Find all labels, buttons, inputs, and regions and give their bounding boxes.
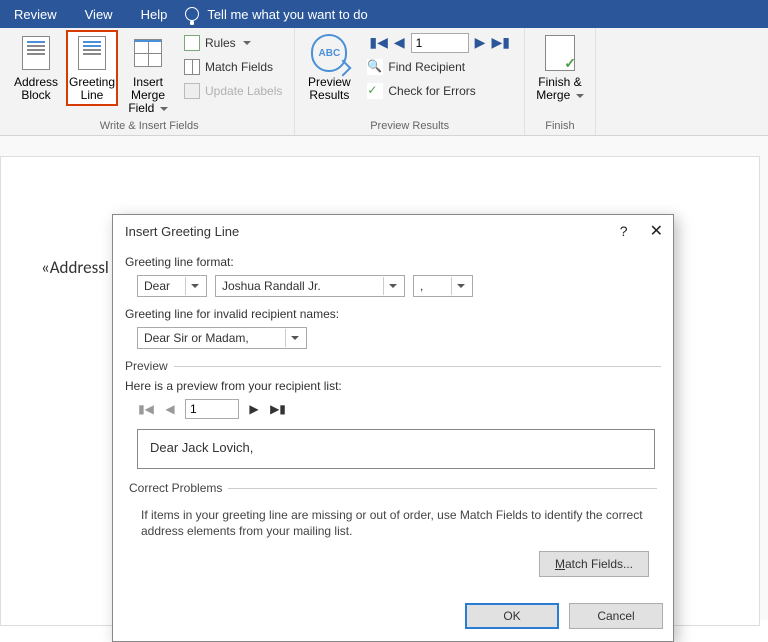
find-recipient-icon: 🔍: [367, 59, 383, 75]
preview-results-label: Preview Results: [303, 76, 355, 102]
correct-section-header: Correct Problems: [129, 481, 657, 495]
match-fields-button[interactable]: Match Fields: [182, 56, 284, 78]
insert-merge-field-button[interactable]: Insert Merge Field: [122, 30, 174, 120]
group-label-finish: Finish: [545, 120, 574, 135]
dialog-close-button[interactable]: ✕: [650, 221, 663, 241]
group-label-preview: Preview Results: [370, 120, 449, 135]
ribbon: Address Block Greeting Line Insert Merge…: [0, 28, 768, 136]
merge-field-icon: [134, 39, 162, 67]
chevron-down-icon: [576, 94, 584, 98]
chevron-down-icon: [191, 284, 199, 288]
check-errors-button[interactable]: ✓ Check for Errors: [365, 80, 514, 102]
salutation-value: Dear: [144, 279, 170, 293]
dialog-titlebar: Insert Greeting Line ? ✕: [113, 215, 673, 249]
find-recipient-label: Find Recipient: [388, 60, 465, 74]
invalid-greeting-combo[interactable]: Dear Sir or Madam,: [137, 327, 307, 349]
group-label-write: Write & Insert Fields: [100, 120, 199, 135]
chevron-down-icon: [160, 107, 168, 111]
invalid-label: Greeting line for invalid recipient name…: [125, 307, 661, 321]
dialog-help-button[interactable]: ?: [620, 223, 628, 239]
preview-last-button[interactable]: ▶▮: [269, 399, 287, 419]
preview-desc: Here is a preview from your recipient li…: [125, 379, 661, 393]
record-nav: ▮◀ ◀ ▶ ▶▮: [365, 32, 514, 54]
preview-results-icon: ABC: [311, 34, 347, 72]
correct-label: Correct Problems: [129, 481, 222, 495]
ok-button[interactable]: OK: [465, 603, 559, 629]
correct-desc: If items in your greeting line are missi…: [129, 501, 657, 545]
finish-merge-label: Finish & Merge: [533, 76, 587, 102]
preview-text: Dear Jack Lovich,: [150, 440, 253, 455]
record-number-input[interactable]: [411, 33, 469, 53]
last-record-button[interactable]: ▶▮: [491, 35, 509, 52]
name-format-value: Joshua Randall Jr.: [222, 279, 321, 293]
tell-me-search[interactable]: Tell me what you want to do: [185, 7, 367, 22]
preview-nav: ▮◀ ◀ ▶ ▶▮: [137, 399, 661, 419]
greeting-line-icon: [78, 36, 106, 70]
rules-button[interactable]: Rules: [182, 32, 284, 54]
finish-merge-button[interactable]: Finish & Merge: [531, 30, 589, 106]
menu-review[interactable]: Review: [0, 7, 71, 22]
check-errors-label: Check for Errors: [388, 84, 475, 98]
prev-record-button[interactable]: ◀: [394, 35, 405, 52]
insert-greeting-line-dialog: Insert Greeting Line ? ✕ Greeting line f…: [112, 214, 674, 642]
chevron-down-icon: [389, 284, 397, 288]
chevron-down-icon: [243, 41, 251, 45]
tell-me-label: Tell me what you want to do: [207, 7, 367, 22]
preview-prev-button[interactable]: ◀: [161, 399, 179, 419]
greeting-line-label: Greeting Line: [68, 76, 116, 102]
format-label: Greeting line format:: [125, 255, 661, 269]
preview-next-button[interactable]: ▶: [245, 399, 263, 419]
group-finish: Finish & Merge Finish: [525, 28, 596, 135]
address-block-label: Address Block: [12, 76, 60, 102]
preview-label: Preview: [125, 359, 168, 373]
check-errors-icon: ✓: [367, 83, 383, 99]
menubar: Review View Help Tell me what you want t…: [0, 0, 768, 28]
rules-label: Rules: [205, 36, 236, 50]
menu-view[interactable]: View: [71, 7, 127, 22]
menu-help[interactable]: Help: [127, 7, 182, 22]
finish-merge-icon: [545, 35, 575, 71]
cancel-button[interactable]: Cancel: [569, 603, 663, 629]
find-recipient-button[interactable]: 🔍 Find Recipient: [365, 56, 514, 78]
update-labels-icon: [184, 83, 200, 99]
dialog-title: Insert Greeting Line: [125, 224, 239, 239]
punctuation-value: ,: [420, 279, 423, 293]
address-block-icon: [22, 36, 50, 70]
chevron-down-icon: [457, 284, 465, 288]
first-record-button[interactable]: ▮◀: [369, 35, 387, 52]
lightbulb-icon: [185, 7, 199, 21]
name-format-combo[interactable]: Joshua Randall Jr.: [215, 275, 405, 297]
preview-box: Dear Jack Lovich,: [137, 429, 655, 469]
group-preview-results: ABC Preview Results ▮◀ ◀ ▶ ▶▮ 🔍 Find Rec…: [295, 28, 525, 135]
salutation-combo[interactable]: Dear: [137, 275, 207, 297]
preview-first-button[interactable]: ▮◀: [137, 399, 155, 419]
group-write-insert: Address Block Greeting Line Insert Merge…: [4, 28, 295, 135]
preview-index-input[interactable]: [185, 399, 239, 419]
update-labels-label: Update Labels: [205, 84, 282, 98]
rules-icon: [184, 35, 200, 51]
preview-results-button[interactable]: ABC Preview Results: [301, 30, 357, 106]
invalid-greeting-value: Dear Sir or Madam,: [144, 331, 249, 345]
match-fields-label: Match Fields: [205, 60, 273, 74]
match-fields-dialog-button[interactable]: Match Fields...: [539, 551, 649, 577]
address-block-button[interactable]: Address Block: [10, 30, 62, 106]
punctuation-combo[interactable]: ,: [413, 275, 473, 297]
preview-section-header: Preview: [125, 359, 661, 373]
address-block-field: «Addressl: [41, 257, 109, 278]
match-fields-icon: [184, 59, 200, 75]
update-labels-button: Update Labels: [182, 80, 284, 102]
chevron-down-icon: [291, 336, 299, 340]
next-record-button[interactable]: ▶: [475, 35, 486, 52]
greeting-line-button[interactable]: Greeting Line: [66, 30, 118, 106]
insert-merge-field-label: Insert Merge Field: [124, 76, 172, 116]
